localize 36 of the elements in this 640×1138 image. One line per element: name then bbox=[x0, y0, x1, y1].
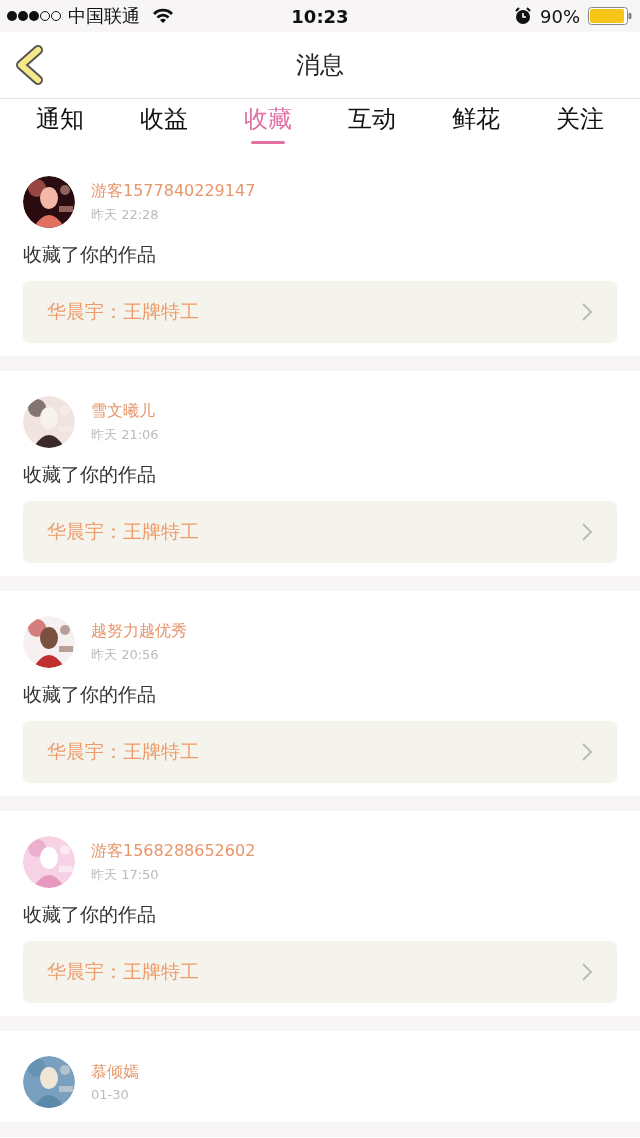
message-text: 收藏了你的作品 bbox=[23, 242, 157, 267]
user-name[interactable]: 游客1577840229147 bbox=[91, 180, 256, 202]
message-time: 昨天 20:56 bbox=[91, 645, 160, 664]
chevron-right-icon bbox=[581, 302, 593, 322]
tab[interactable]: 关注 bbox=[528, 99, 632, 151]
signal-icon bbox=[6, 10, 62, 22]
tab[interactable]: 鲜花 bbox=[424, 99, 528, 151]
work-link-card[interactable]: 华晨宇：王牌特工 bbox=[23, 501, 617, 563]
battery-percent: 90% bbox=[540, 5, 580, 27]
battery-icon bbox=[588, 7, 632, 25]
user-name[interactable]: 雪文曦儿 bbox=[91, 400, 159, 422]
message-time: 昨天 17:50 bbox=[91, 865, 160, 884]
message-text: 收藏了你的作品 bbox=[23, 682, 157, 707]
work-link-card[interactable]: 华晨宇：王牌特工 bbox=[23, 281, 617, 343]
clock-time: 10:23 bbox=[291, 5, 349, 27]
carrier-name: 中国联通 bbox=[68, 4, 140, 28]
chevron-right-icon bbox=[581, 962, 593, 982]
message-text: 收藏了你的作品 bbox=[23, 902, 157, 927]
tab[interactable]: 互动 bbox=[320, 99, 424, 151]
user-name[interactable]: 游客1568288652602 bbox=[91, 840, 256, 862]
user-name[interactable]: 慕倾嫣 bbox=[91, 1062, 139, 1083]
chevron-right-icon bbox=[581, 742, 593, 762]
work-link-card[interactable]: 华晨宇：王牌特工 bbox=[23, 721, 617, 783]
user-name[interactable]: 越努力越优秀 bbox=[91, 620, 187, 642]
work-link-card[interactable]: 华晨宇：王牌特工 bbox=[23, 941, 617, 1003]
page-title: 消息 bbox=[296, 50, 344, 81]
message-time: 01-30 bbox=[91, 1087, 130, 1102]
message-time: 昨天 21:06 bbox=[91, 425, 159, 444]
tab[interactable]: 收藏 bbox=[216, 99, 320, 151]
chevron-right-icon bbox=[581, 522, 593, 542]
tab[interactable]: 通知 bbox=[8, 99, 112, 151]
wifi-icon bbox=[152, 8, 174, 24]
message-text: 收藏了你的作品 bbox=[23, 462, 157, 487]
tab[interactable]: 收益 bbox=[112, 99, 216, 151]
message-time: 昨天 22:28 bbox=[91, 205, 160, 224]
alarm-clock-icon bbox=[514, 7, 532, 25]
